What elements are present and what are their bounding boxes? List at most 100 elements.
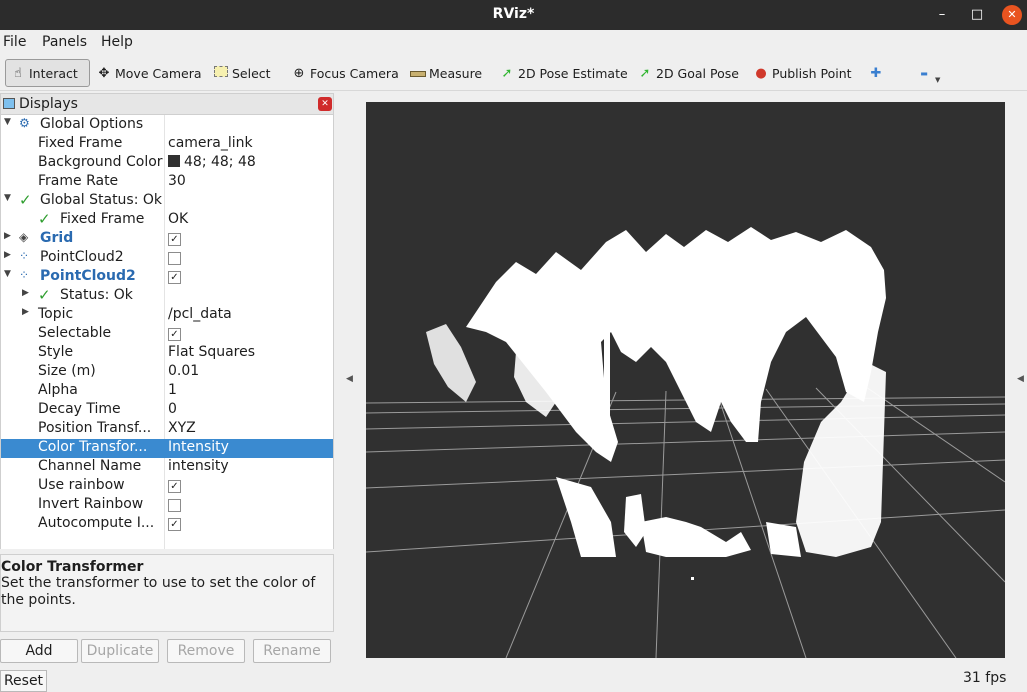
property-value[interactable]: 0.01 <box>168 363 199 379</box>
tree-row-size[interactable]: Size (m) 0.01 <box>1 363 333 382</box>
description-title: Color Transformer <box>1 559 144 575</box>
tree-row-color-transformer[interactable]: Color Transfor... Intensity <box>1 439 333 458</box>
pose-estimate-label: 2D Pose Estimate <box>518 65 628 81</box>
tree-row-frame-rate[interactable]: Frame Rate 30 <box>1 173 333 192</box>
tree-row-use-rainbow[interactable]: Use rainbow ✓ <box>1 477 333 496</box>
property-name: Alpha <box>38 382 78 398</box>
menu-file[interactable]: File <box>3 34 26 50</box>
tree-row-global-status[interactable]: ▼ ✓ Global Status: Ok <box>1 191 333 211</box>
use-rainbow-checkbox[interactable]: ✓ <box>168 480 181 493</box>
pointcloud2-b-enabled-checkbox[interactable]: ✓ <box>168 271 181 284</box>
property-value: OK <box>168 211 189 227</box>
close-window-button[interactable]: ✕ <box>1002 5 1022 25</box>
maximize-button[interactable]: □ <box>967 5 987 25</box>
property-value[interactable]: 48; 48; 48 <box>168 154 256 170</box>
add-tool-button[interactable]: ✚ <box>864 59 891 87</box>
property-name: Selectable <box>38 325 112 341</box>
tree-row-position-transformer[interactable]: Position Transf... XYZ <box>1 420 333 439</box>
window-title: RViz* <box>492 6 535 22</box>
displays-panel-header: Displays ✕ <box>0 93 334 115</box>
selectable-checkbox[interactable]: ✓ <box>168 328 181 341</box>
dropdown-arrow-icon: ▼ <box>935 76 941 84</box>
tree-row-style[interactable]: Style Flat Squares <box>1 344 333 363</box>
goal-pose-tool-button[interactable]: ➚ 2D Goal Pose <box>633 59 743 87</box>
expand-arrow-icon[interactable]: ▶ <box>4 231 11 241</box>
add-display-button[interactable]: Add <box>0 639 78 663</box>
move-camera-tool-button[interactable]: ✥ Move Camera <box>92 59 206 87</box>
title-bar: RViz* – □ ✕ <box>0 0 1027 30</box>
measure-tool-button[interactable]: Measure <box>406 59 486 87</box>
close-panel-button[interactable]: ✕ <box>318 97 332 111</box>
tree-label: PointCloud2 <box>40 249 124 265</box>
invert-rainbow-checkbox[interactable] <box>168 499 181 512</box>
rename-display-button[interactable]: Rename <box>253 639 331 663</box>
pointcloud-icon: ⁘ <box>19 249 30 263</box>
tree-row-grid[interactable]: ▶ ◈ Grid ✓ <box>1 230 333 249</box>
property-name: Fixed Frame <box>60 211 145 227</box>
tree-row-pointcloud2-b[interactable]: ▼ ⁘ PointCloud2 ✓ <box>1 268 333 287</box>
menu-panels[interactable]: Panels <box>42 34 87 50</box>
tree-row-fixed-frame[interactable]: Fixed Frame camera_link <box>1 135 333 154</box>
color-swatch[interactable] <box>168 155 180 167</box>
property-value[interactable]: camera_link <box>168 135 253 151</box>
autocompute-checkbox[interactable]: ✓ <box>168 518 181 531</box>
menu-help[interactable]: Help <box>101 34 133 50</box>
focus-camera-tool-button[interactable]: ⊕ Focus Camera <box>287 59 403 87</box>
tree-row-background-color[interactable]: Background Color 48; 48; 48 <box>1 154 333 173</box>
remove-tool-button[interactable]: ▬ ▼ <box>912 59 944 87</box>
expand-arrow-icon[interactable]: ▶ <box>22 288 29 298</box>
property-value[interactable]: 30 <box>168 173 186 189</box>
property-value[interactable]: Flat Squares <box>168 344 255 360</box>
remove-display-button[interactable]: Remove <box>167 639 245 663</box>
publish-point-tool-button[interactable]: ● Publish Point <box>749 59 856 87</box>
tree-row-global-options[interactable]: ▼ ⚙ Global Options <box>1 116 333 135</box>
collapse-left-arrow-icon[interactable]: ◀ <box>346 374 353 384</box>
tree-row-pointcloud2-a[interactable]: ▶ ⁘ PointCloud2 <box>1 249 333 268</box>
checkmark-icon: ✓ <box>38 286 51 304</box>
property-value[interactable]: XYZ <box>168 420 196 436</box>
selection-box-icon <box>213 65 229 81</box>
ruler-icon <box>410 66 426 81</box>
interact-tool-button[interactable]: ☝ Interact <box>5 59 90 87</box>
goal-pose-label: 2D Goal Pose <box>656 65 739 81</box>
duplicate-display-button[interactable]: Duplicate <box>81 639 159 663</box>
collapse-right-arrow-icon[interactable]: ◀ <box>1017 374 1024 384</box>
viewport-scene <box>365 227 1006 659</box>
pose-estimate-tool-button[interactable]: ➚ 2D Pose Estimate <box>495 59 632 87</box>
tree-row-status[interactable]: ▶ ✓ Status: Ok <box>1 286 333 306</box>
expand-arrow-icon[interactable]: ▶ <box>22 307 29 317</box>
expand-arrow-icon[interactable]: ▼ <box>4 193 11 203</box>
property-description-panel: Color Transformer Set the transformer to… <box>0 554 334 632</box>
expand-arrow-icon[interactable]: ▼ <box>4 269 11 279</box>
property-value[interactable]: 1 <box>168 382 177 398</box>
minimize-button[interactable]: – <box>932 5 952 25</box>
tree-row-autocompute[interactable]: Autocompute I... ✓ <box>1 515 333 534</box>
render-viewport[interactable] <box>365 102 1006 659</box>
tree-row-decay-time[interactable]: Decay Time 0 <box>1 401 333 420</box>
property-value[interactable]: 0 <box>168 401 177 417</box>
tree-row-selectable[interactable]: Selectable ✓ <box>1 325 333 344</box>
property-value[interactable]: /pcl_data <box>168 306 232 322</box>
reset-button[interactable]: Reset <box>0 670 47 692</box>
move-camera-label: Move Camera <box>115 65 202 81</box>
checkmark-icon: ✓ <box>19 191 32 209</box>
property-value[interactable]: Intensity <box>168 439 229 455</box>
tree-row-alpha[interactable]: Alpha 1 <box>1 382 333 401</box>
expand-arrow-icon[interactable]: ▼ <box>4 117 11 127</box>
tree-row-invert-rainbow[interactable]: Invert Rainbow <box>1 496 333 515</box>
property-value[interactable]: intensity <box>168 458 229 474</box>
pointcloud2-a-enabled-checkbox[interactable] <box>168 252 181 265</box>
select-tool-button[interactable]: Select <box>209 59 275 87</box>
expand-arrow-icon[interactable]: ▶ <box>4 250 11 260</box>
grid-icon: ◈ <box>19 230 29 244</box>
menu-bar: File Panels Help <box>0 30 1027 55</box>
tree-row-status-fixed-frame[interactable]: ✓ Fixed Frame OK <box>1 210 333 230</box>
pointcloud-icon: ⁘ <box>19 268 30 282</box>
tree-label: PointCloud2 <box>40 268 136 284</box>
publish-point-label: Publish Point <box>772 65 852 81</box>
property-name: Background Color <box>38 154 163 170</box>
tree-row-channel-name[interactable]: Channel Name intensity <box>1 458 333 477</box>
grid-enabled-checkbox[interactable]: ✓ <box>168 233 181 246</box>
property-name: Use rainbow <box>38 477 125 493</box>
tree-row-topic[interactable]: ▶ Topic /pcl_data <box>1 306 333 325</box>
